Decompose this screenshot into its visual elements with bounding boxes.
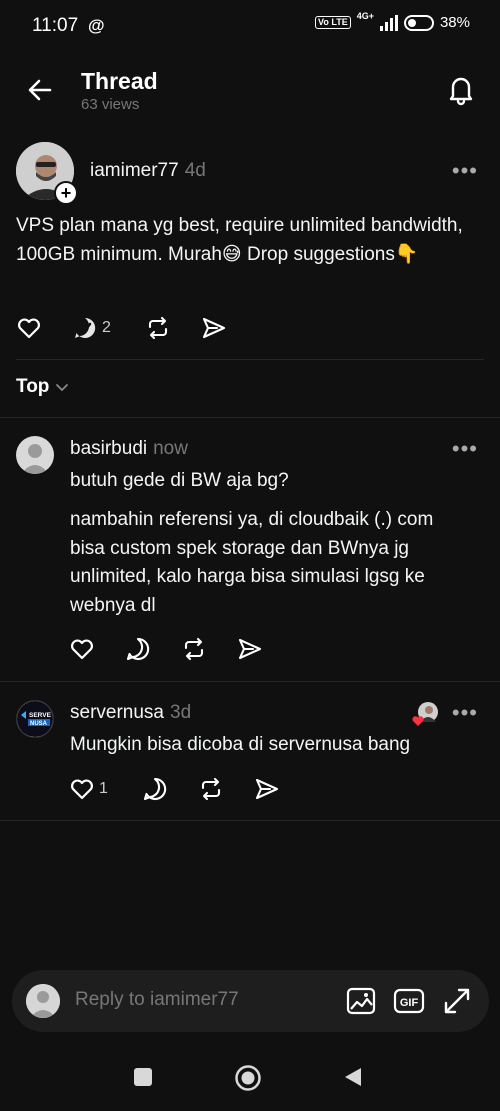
threads-app-icon: @	[88, 16, 105, 35]
reply-input[interactable]: Reply to iamimer77	[75, 989, 239, 1011]
network-type: 4G+	[356, 10, 374, 21]
send-icon	[238, 638, 262, 660]
image-icon	[346, 987, 376, 1015]
post-username[interactable]: iamimer77	[90, 160, 179, 181]
image-button[interactable]	[345, 985, 377, 1017]
square-icon	[134, 1068, 152, 1086]
notifications-button[interactable]	[444, 72, 478, 106]
repost-button[interactable]	[198, 776, 224, 802]
system-back-button[interactable]	[342, 1066, 364, 1093]
recents-button[interactable]	[132, 1066, 154, 1093]
reply-actions	[69, 636, 263, 662]
send-icon	[202, 317, 225, 339]
reply-time: now	[153, 438, 188, 459]
repost-icon	[201, 777, 220, 801]
expand-icon	[444, 988, 470, 1014]
default-avatar-icon	[26, 984, 60, 1018]
reply-item: SERVE NUSA servernusa 3d ••• Mungkin bisa…	[0, 682, 500, 820]
like-button[interactable]	[16, 315, 42, 341]
gif-icon: GIF	[393, 988, 425, 1014]
chevron-down-icon	[56, 384, 69, 392]
comment-icon	[143, 777, 167, 801]
share-button[interactable]	[201, 315, 227, 341]
page-title: Thread	[81, 68, 158, 94]
expand-button[interactable]	[441, 985, 473, 1017]
like-button[interactable]	[69, 776, 95, 802]
signal-icon	[379, 14, 398, 31]
share-button[interactable]	[254, 776, 280, 802]
logo-text: SERVE	[29, 712, 52, 719]
divider	[16, 359, 484, 360]
circle-home-icon	[235, 1065, 261, 1091]
status-indicators: Vo LTE 4G+ 38%	[315, 10, 470, 31]
servernusa-logo-icon: SERVE NUSA	[17, 701, 53, 737]
reply-header: servernusa 3d	[70, 702, 191, 724]
volte-icon: Vo LTE	[315, 16, 351, 29]
divider	[0, 820, 500, 821]
logo-text: NUSA	[30, 721, 48, 727]
sort-label: Top	[16, 376, 50, 397]
reply-time: 3d	[170, 702, 192, 723]
sort-dropdown[interactable]: Top	[16, 376, 69, 398]
like-count: 1	[99, 780, 108, 797]
back-button[interactable]	[24, 74, 56, 106]
reply-header: basirbudi now	[70, 438, 188, 460]
gif-label: GIF	[400, 997, 419, 1009]
triangle-back-icon	[345, 1068, 361, 1086]
more-options-icon[interactable]: •••	[452, 158, 478, 184]
repost-button[interactable]	[145, 315, 171, 341]
status-time: 11:07	[32, 15, 79, 36]
user-avatar	[26, 984, 60, 1018]
comment-icon	[126, 637, 150, 661]
reply-text: Mungkin bisa dicoba di servernusa bang	[70, 734, 411, 755]
reply-button[interactable]	[125, 636, 151, 662]
reply-button[interactable]	[72, 315, 98, 341]
heart-icon	[71, 779, 93, 800]
default-avatar-icon	[16, 436, 54, 474]
more-options-icon[interactable]: •••	[452, 700, 478, 726]
reply-avatar[interactable]: SERVE NUSA	[16, 700, 54, 738]
app-bar: Thread 63 views	[0, 60, 500, 124]
heart-icon	[71, 639, 93, 660]
reply-text: butuh gede di BW aja bg?	[70, 470, 289, 491]
replied-check-icon	[75, 317, 96, 338]
home-button[interactable]	[234, 1064, 262, 1097]
reply-username[interactable]: servernusa	[70, 702, 164, 723]
heart-icon	[18, 318, 40, 339]
repost-icon	[184, 637, 204, 661]
reply-item: basirbudi now ••• butuh gede di BW aja bg…	[0, 418, 500, 680]
reply-count: 2	[102, 319, 111, 336]
gif-button[interactable]: GIF	[393, 985, 425, 1017]
post-header: iamimer77 4d	[90, 160, 206, 182]
reply-button[interactable]	[142, 776, 168, 802]
battery-icon	[403, 14, 434, 31]
arrow-left-icon	[28, 79, 52, 101]
reply-avatar[interactable]	[16, 436, 54, 474]
bell-icon	[449, 77, 473, 106]
reply-actions: 1	[69, 776, 280, 802]
system-nav-bar	[0, 1048, 500, 1111]
reply-text: nambahin referensi ya, di cloudbaik (.) …	[70, 509, 434, 616]
reply-composer[interactable]: Reply to iamimer77 GIF	[12, 970, 489, 1032]
send-icon	[255, 778, 278, 800]
follow-plus-icon[interactable]: +	[54, 181, 78, 205]
share-button[interactable]	[237, 636, 263, 662]
post-text: VPS plan mana yg best, require unlimited…	[16, 215, 463, 265]
repost-button[interactable]	[181, 636, 207, 662]
post-actions: 2	[16, 315, 227, 341]
liked-by-author-indicator	[412, 700, 440, 728]
repost-icon	[148, 316, 167, 340]
more-options-icon[interactable]: •••	[452, 436, 478, 462]
reply-username[interactable]: basirbudi	[70, 438, 147, 459]
battery-percent: 38%	[439, 14, 470, 31]
view-count: 63 views	[81, 96, 140, 113]
like-button[interactable]	[69, 636, 95, 662]
post-time: 4d	[184, 160, 206, 181]
author-like-avatar-icon	[412, 702, 438, 726]
status-bar: 11:07 @ Vo LTE 4G+ 38%	[0, 0, 500, 52]
